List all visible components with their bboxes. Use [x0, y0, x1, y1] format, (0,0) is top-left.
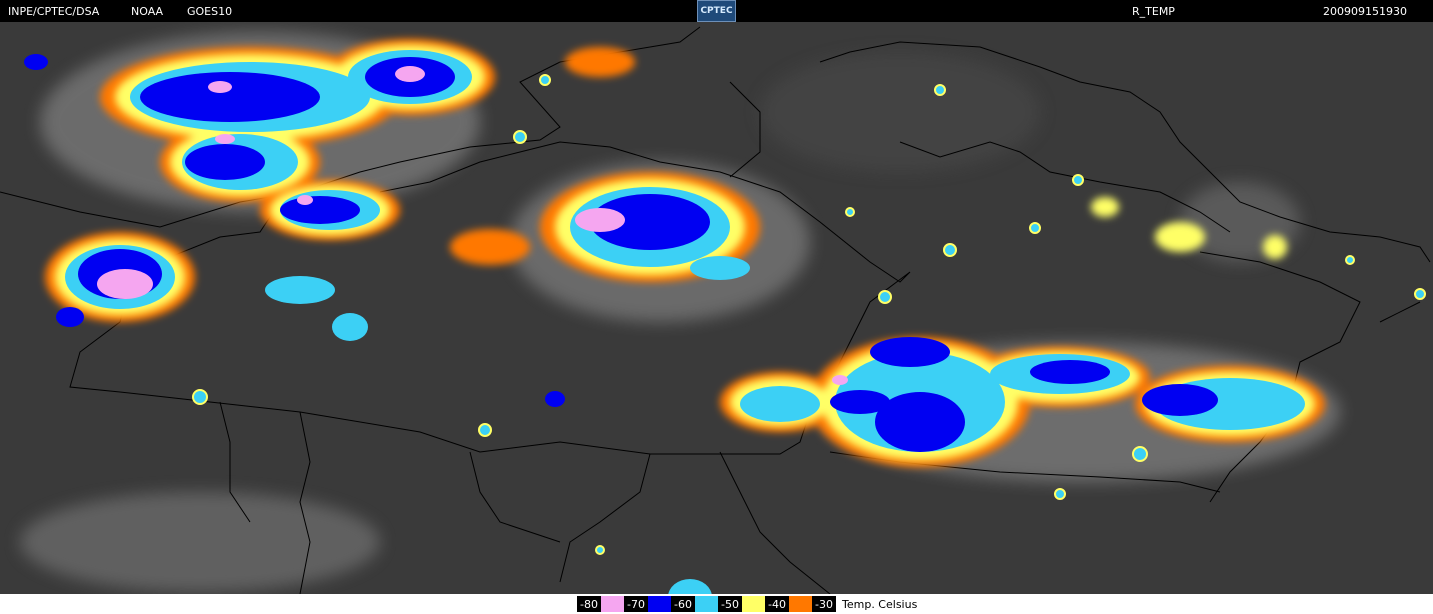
- legend-swatch-2: [695, 596, 718, 612]
- legend-caption: Temp. Celsius: [842, 597, 918, 611]
- legend-label-2: -60: [671, 596, 695, 612]
- legend-swatch-3: [742, 596, 765, 612]
- legend-swatch-4: [789, 596, 812, 612]
- org-label: INPE/CPTEC/DSA: [8, 5, 100, 18]
- legend-label-0: -80: [577, 596, 601, 612]
- legend-bar: -80 -70 -60 -50 -40 -30 Temp. Celsius: [0, 594, 1433, 614]
- product-label: R_TEMP: [1132, 5, 1175, 18]
- legend-label-4: -40: [765, 596, 789, 612]
- legend-label-5: -30: [812, 596, 836, 612]
- legend-label-3: -50: [718, 596, 742, 612]
- legend-swatch-1: [648, 596, 671, 612]
- temperature-legend: -80 -70 -60 -50 -40 -30 Temp. Celsius: [577, 596, 917, 612]
- legend-swatch-0: [601, 596, 624, 612]
- satellite-label: GOES10: [187, 5, 233, 18]
- agency-label: NOAA: [131, 5, 164, 18]
- satellite-map: [0, 22, 1433, 594]
- logo-text: CPTEC: [700, 6, 733, 16]
- cptec-logo: CPTEC: [697, 0, 736, 22]
- header-bar: INPE/CPTEC/DSA NOAA GOES10 CPTEC R_TEMP …: [0, 0, 1433, 22]
- timestamp-label: 200909151930: [1323, 5, 1407, 18]
- legend-label-1: -70: [624, 596, 648, 612]
